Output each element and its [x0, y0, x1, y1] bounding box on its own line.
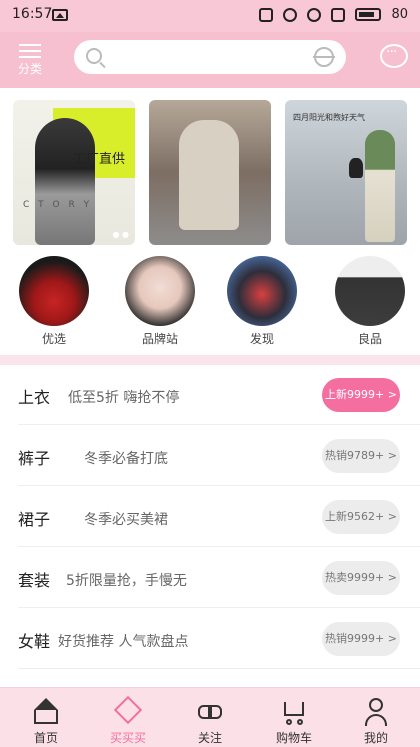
battery-level: 80	[391, 7, 408, 22]
list-item-desc: 冬季必买美裙	[84, 512, 168, 528]
section-divider	[0, 355, 420, 365]
category-list: 上衣 低至5折 嗨抢不停 上新9999+ > 裤子 冬季必备打底 热销9789+…	[0, 365, 420, 687]
battery-icon	[355, 8, 382, 21]
bottom-nav: 首页 买买买 关注 购物车 我的	[0, 687, 420, 747]
category-label: 发现	[249, 332, 274, 346]
category-label: 良品	[357, 332, 382, 346]
message-icon[interactable]	[380, 44, 408, 68]
promo-section: 工厂直供 C T O R Y ● ● 四月阳光和煦好天气 优选 品牌站 发现 良…	[0, 88, 420, 358]
banner-card-coat[interactable]	[149, 100, 271, 245]
banner-card3-text: 四月阳光和煦好天气	[293, 113, 365, 122]
list-item-title: 套装	[18, 571, 51, 590]
banner-model-image	[35, 118, 95, 245]
top-header: 分类	[0, 32, 420, 88]
status-time: 16:57	[12, 6, 53, 22]
home-icon	[31, 696, 61, 726]
banner-person-image	[365, 130, 395, 242]
cat-silhouette	[349, 158, 363, 178]
carousel-dots: ● ●	[112, 230, 129, 239]
list-item-desc: 低至5折 嗨抢不停	[68, 390, 180, 406]
category-image	[227, 256, 297, 326]
category-youxuan[interactable]: 优选	[14, 256, 94, 347]
bow-icon	[195, 696, 225, 726]
banner-card-spring[interactable]: 四月阳光和煦好天气	[285, 100, 407, 245]
nav-buy[interactable]: 买买买	[86, 695, 170, 746]
list-item-desc: 5折限量抢，手慢无	[66, 573, 187, 589]
list-item-title: 女鞋	[18, 632, 51, 651]
category-label: 品牌站	[141, 332, 178, 346]
search-input[interactable]	[114, 46, 304, 68]
list-item[interactable]: 裙子 冬季必买美裙 上新9562+ >	[18, 487, 420, 547]
banner-coat-image	[179, 120, 239, 230]
list-item-title: 裤子	[18, 449, 51, 468]
banner-card-factory[interactable]: 工厂直供 C T O R Y ● ●	[13, 100, 135, 245]
list-item-badge[interactable]: 上新9999+ >	[322, 378, 400, 412]
list-item[interactable]: 套装 5折限量抢，手慢无 热卖9999+ >	[18, 548, 420, 608]
search-icon	[86, 48, 102, 64]
nav-follow[interactable]: 关注	[168, 696, 252, 746]
menu-icon	[19, 44, 41, 58]
category-liangpin[interactable]: 良品	[330, 256, 410, 347]
list-item-desc: 冬季必备打底	[84, 451, 168, 467]
list-item-badge[interactable]: 热卖9999+ >	[322, 561, 400, 595]
banner-promo-text: 工厂直供	[73, 152, 126, 167]
list-item-badge[interactable]: 热销9789+ >	[322, 439, 400, 473]
list-item-badge[interactable]: 上新9562+ >	[322, 500, 400, 534]
category-image	[125, 256, 195, 326]
nav-label: 首页	[33, 731, 58, 745]
list-item[interactable]: 女鞋 好货推荐 人气款盘点 热销9999+ >	[18, 609, 420, 669]
category-image	[335, 256, 405, 326]
category-image	[19, 256, 89, 326]
nav-me[interactable]: 我的	[334, 696, 418, 746]
diamond-icon	[113, 695, 143, 726]
nav-label: 买买买	[109, 731, 146, 745]
category-pinpaizhan[interactable]: 品牌站	[120, 256, 200, 347]
banner-letters: C T O R Y	[23, 200, 93, 210]
nav-home[interactable]: 首页	[4, 696, 88, 746]
list-item[interactable]: 裤子 冬季必备打底 热销9789+ >	[18, 426, 420, 486]
list-item-badge[interactable]: 热销9999+ >	[322, 622, 400, 656]
category-label: 优选	[41, 332, 66, 346]
user-icon	[361, 696, 391, 726]
signal-icon	[331, 7, 346, 22]
search-bar[interactable]	[74, 40, 346, 74]
list-item[interactable]: 上衣 低至5折 嗨抢不停 上新9999+ >	[18, 365, 420, 425]
nav-label: 我的	[363, 731, 388, 745]
scan-icon[interactable]	[313, 47, 335, 67]
status-bar: 16:57 80	[0, 0, 420, 32]
nav-label: 关注	[197, 731, 222, 745]
category-label: 分类	[17, 62, 42, 76]
status-icons: 80	[259, 7, 408, 22]
list-item-desc: 好货推荐 人气款盘点	[58, 634, 189, 650]
category-button[interactable]: 分类	[10, 42, 50, 82]
vibrate-icon	[259, 7, 274, 22]
gallery-icon	[52, 9, 68, 21]
category-faxian[interactable]: 发现	[222, 256, 302, 347]
nav-label: 购物车	[275, 731, 312, 745]
cart-icon	[279, 696, 309, 726]
wifi-icon	[307, 7, 322, 22]
nav-cart[interactable]: 购物车	[252, 696, 336, 746]
alarm-icon	[283, 7, 298, 22]
list-item-title: 裙子	[18, 510, 51, 529]
list-item-title: 上衣	[18, 388, 51, 407]
category-shortcuts: 优选 品牌站 发现 良品	[0, 256, 420, 346]
